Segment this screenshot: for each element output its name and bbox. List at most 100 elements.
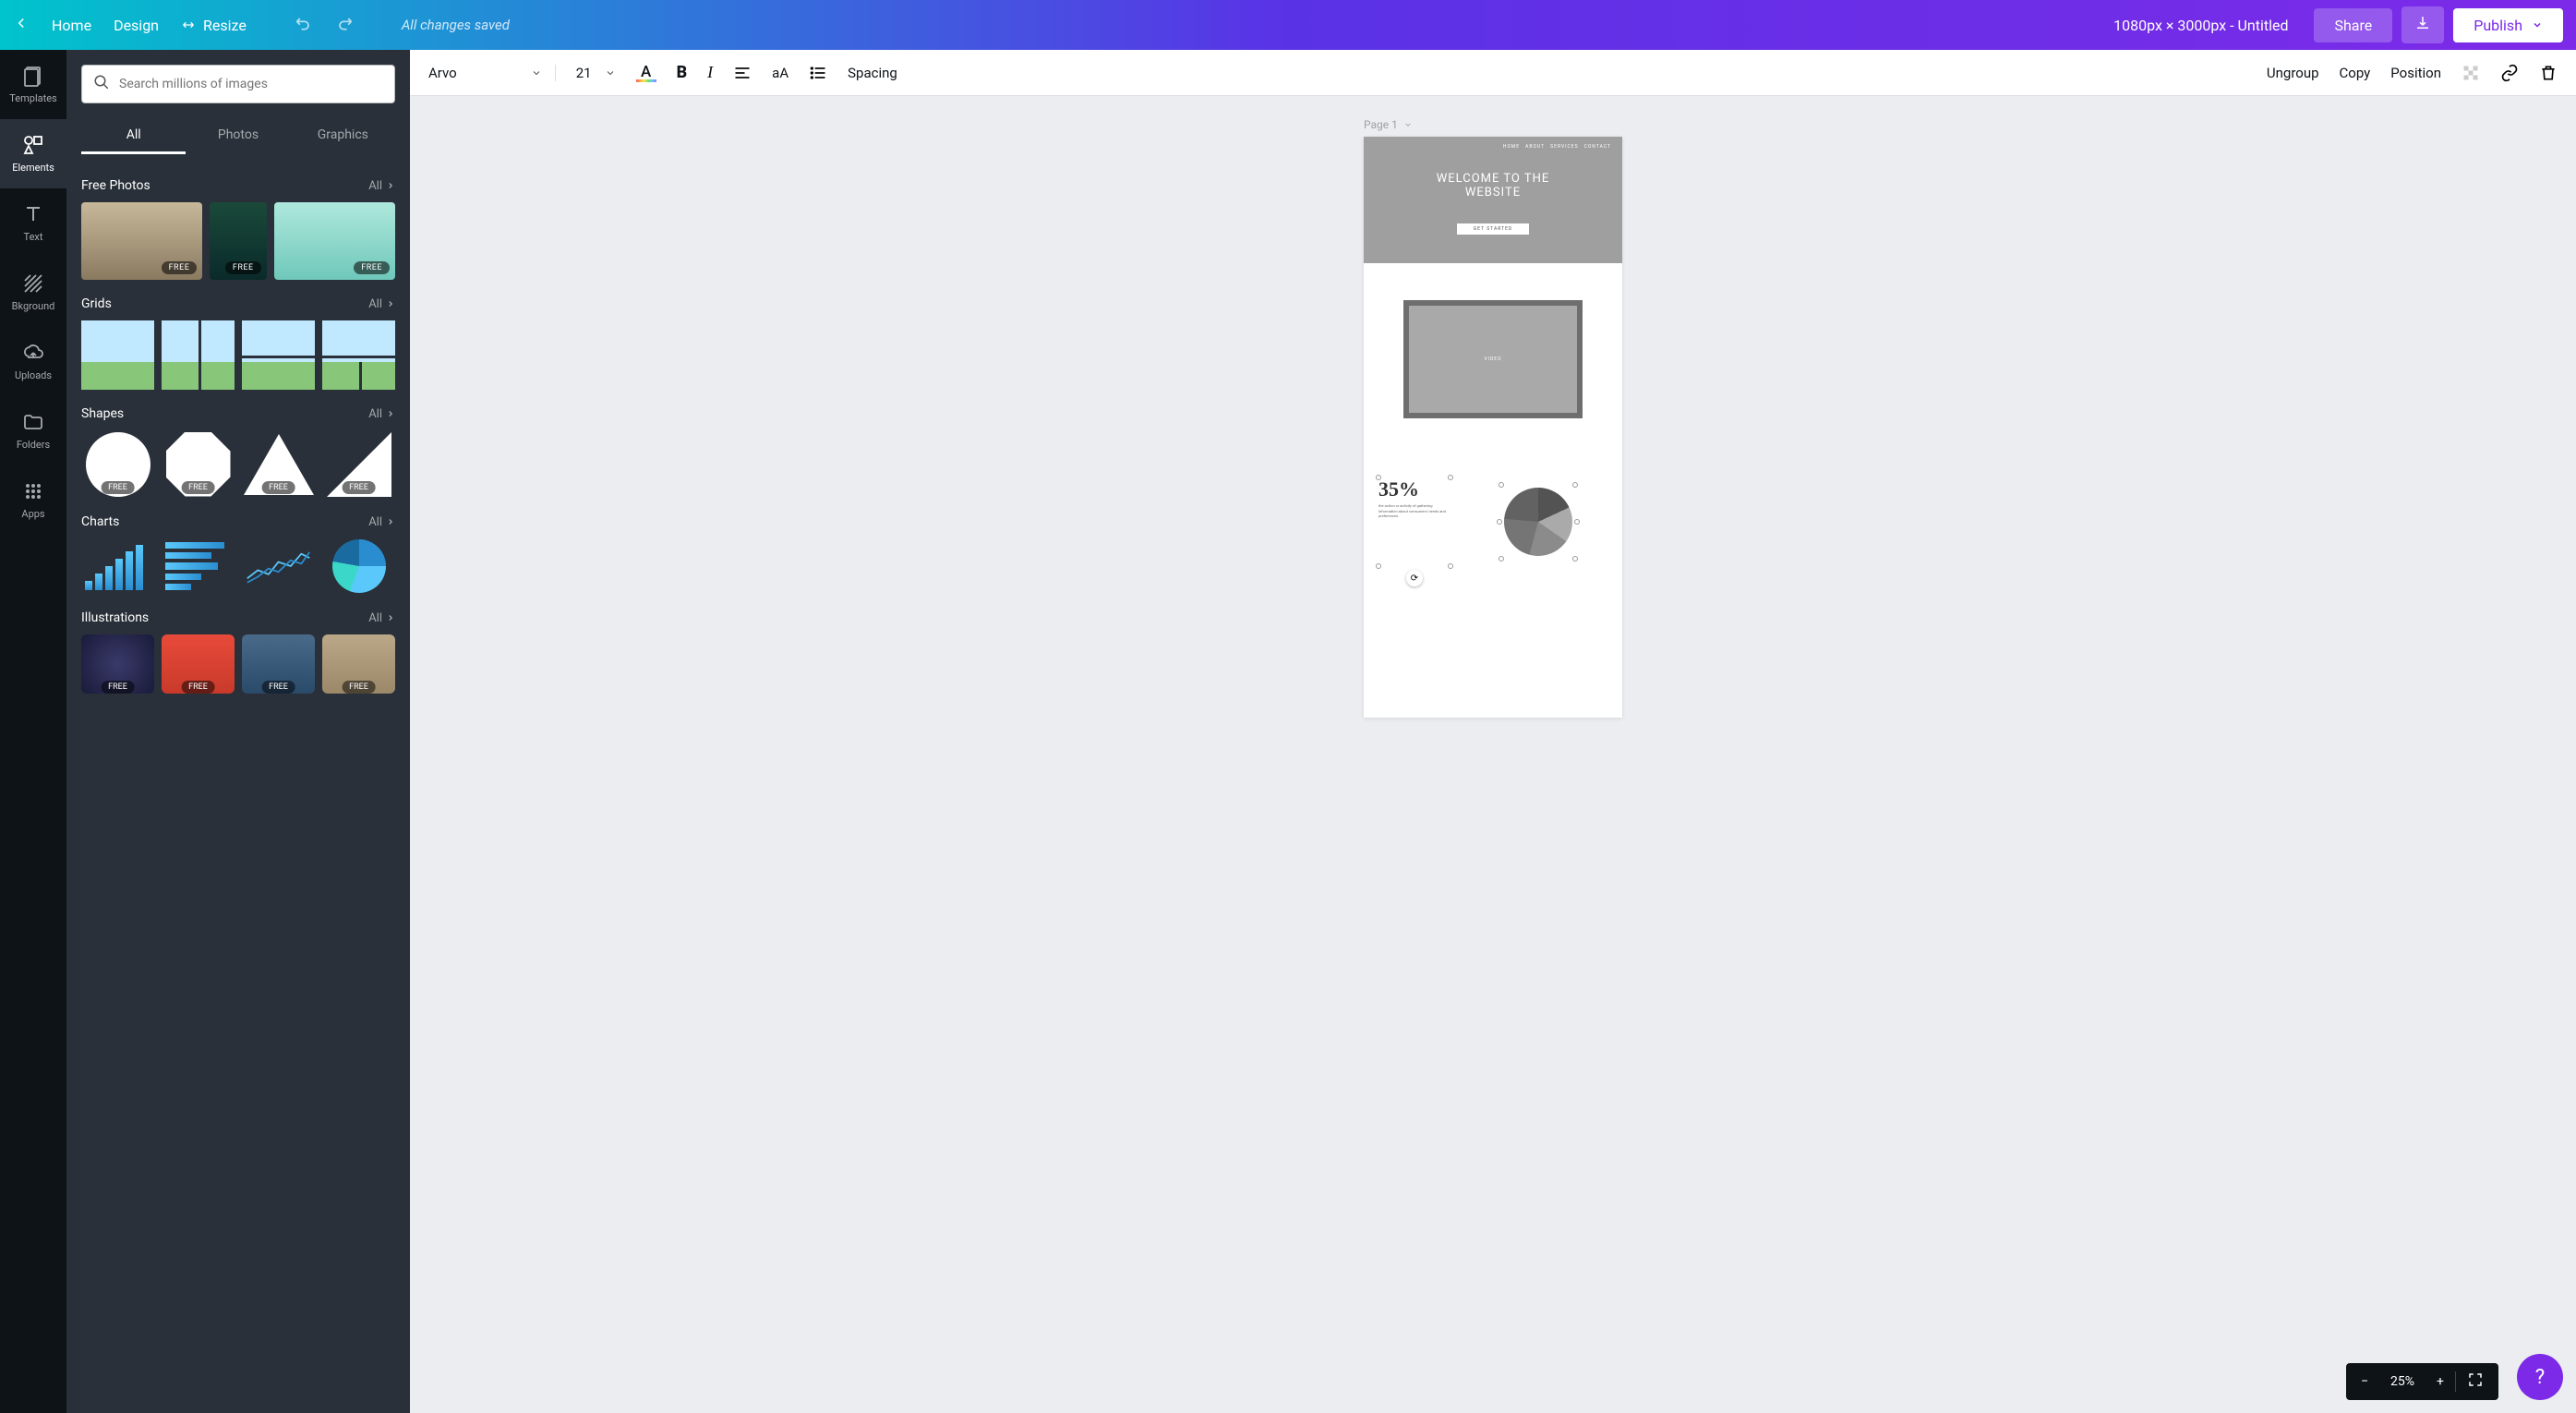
ungroup-button[interactable]: Ungroup (2267, 65, 2319, 81)
page-label[interactable]: Page 1 (1364, 118, 1622, 131)
video-section[interactable]: VIDEO (1364, 263, 1622, 455)
rail-text[interactable]: Text (0, 188, 66, 258)
grid-thumb-3[interactable] (242, 320, 315, 390)
filter-tab-photos[interactable]: Photos (186, 118, 290, 154)
free-photos-all[interactable]: All (368, 179, 395, 193)
zoom-out-button[interactable]: − (2350, 1374, 2379, 1389)
illustrations-all[interactable]: All (368, 611, 395, 625)
filter-tab-graphics[interactable]: Graphics (291, 118, 395, 154)
topbar: Home Design Resize All changes saved 108… (0, 0, 2576, 50)
grids-all[interactable]: All (368, 297, 395, 311)
link-button[interactable] (2500, 64, 2519, 82)
design-page[interactable]: HOME ABOUT SERVICES CONTACT WELCOME TO T… (1364, 137, 1622, 718)
shape-circle[interactable]: FREE (81, 430, 154, 498)
zoom-in-button[interactable]: + (2426, 1374, 2455, 1389)
share-button[interactable]: Share (2314, 8, 2392, 42)
section-free-photos: Free Photos (81, 178, 150, 193)
nav-home: HOME (1503, 144, 1520, 150)
search-icon (93, 74, 110, 94)
copy-button[interactable]: Copy (2340, 65, 2371, 81)
pie-chart-element[interactable] (1469, 477, 1607, 566)
text-color-button[interactable]: A (636, 63, 656, 82)
illus-thumb-1[interactable]: FREE (81, 634, 154, 694)
rail-uploads[interactable]: Uploads (0, 327, 66, 396)
publish-label: Publish (2474, 17, 2522, 34)
help-button[interactable]: ? (2517, 1354, 2563, 1400)
rail-bkground-label: Bkground (12, 300, 55, 312)
rail-elements[interactable]: Elements (0, 119, 66, 188)
photo-thumb-2[interactable]: FREE (210, 202, 266, 280)
nav-about: ABOUT (1525, 144, 1545, 150)
home-link[interactable]: Home (52, 17, 91, 34)
delete-button[interactable] (2539, 64, 2558, 82)
grid-thumb-2[interactable] (162, 320, 235, 390)
chart-bar-thumb[interactable] (81, 538, 154, 594)
list-button[interactable] (809, 64, 827, 82)
illus-thumb-2[interactable]: FREE (162, 634, 235, 694)
font-select[interactable]: Arvo (428, 65, 556, 81)
shape-right-triangle[interactable]: FREE (322, 430, 395, 498)
charts-all[interactable]: All (368, 515, 395, 529)
hero-cta: GET STARTED (1457, 223, 1529, 235)
rotate-handle[interactable]: ⟳ (1406, 570, 1423, 586)
rail-templates[interactable]: Templates (0, 50, 66, 119)
rail-text-label: Text (24, 231, 43, 243)
shapes-all[interactable]: All (368, 407, 395, 421)
chart-pie-thumb[interactable] (322, 538, 395, 594)
back-icon[interactable] (13, 15, 30, 35)
chart-line-thumb[interactable] (242, 538, 315, 594)
zoom-controls: − 25% + (2346, 1363, 2498, 1400)
canvas-area: Arvo 21 A B I aA Spacing Ungroup Copy Po… (410, 50, 2576, 1413)
font-size: 21 (576, 65, 592, 81)
position-button[interactable]: Position (2390, 65, 2441, 81)
shape-octagon[interactable]: FREE (162, 430, 235, 498)
nav-services: SERVICES (1550, 144, 1578, 150)
section-shapes: Shapes (81, 406, 124, 421)
section-charts: Charts (81, 514, 119, 529)
download-button[interactable] (2401, 6, 2444, 43)
section-grids: Grids (81, 296, 112, 311)
page-remainder[interactable] (1364, 588, 1622, 718)
design-link[interactable]: Design (114, 17, 159, 34)
redo-icon[interactable] (335, 14, 354, 36)
rail-uploads-label: Uploads (15, 369, 52, 381)
publish-button[interactable]: Publish (2453, 8, 2563, 42)
font-size-select[interactable]: 21 (576, 65, 616, 81)
resize-button[interactable]: Resize (181, 17, 247, 34)
rail-elements-label: Elements (12, 162, 54, 174)
align-button[interactable] (733, 64, 752, 82)
hero-section[interactable]: HOME ABOUT SERVICES CONTACT WELCOME TO T… (1364, 137, 1622, 263)
filter-tab-all[interactable]: All (81, 118, 186, 154)
canvas-viewport[interactable]: Page 1 HOME ABOUT SERVICES CONTACT WELCO… (410, 96, 2576, 1413)
stat-description: the action or activity of gathering info… (1378, 503, 1451, 519)
illus-thumb-3[interactable]: FREE (242, 634, 315, 694)
italic-button[interactable]: I (707, 63, 713, 82)
stat-text-block[interactable]: 35% the action or activity of gathering … (1378, 477, 1451, 566)
save-status: All changes saved (402, 17, 510, 33)
search-input[interactable] (119, 77, 383, 91)
chart-hbar-thumb[interactable] (162, 538, 235, 594)
undo-icon[interactable] (295, 14, 313, 36)
rail-folders-label: Folders (17, 439, 50, 451)
rail-templates-label: Templates (9, 92, 56, 104)
stats-section[interactable]: 35% the action or activity of gathering … (1364, 459, 1622, 585)
document-title[interactable]: 1080px × 3000px - Untitled (2113, 17, 2288, 34)
bold-button[interactable]: B (677, 63, 688, 82)
search-input-wrap[interactable] (81, 65, 395, 103)
rail-apps-label: Apps (21, 508, 44, 520)
grid-thumb-1[interactable] (81, 320, 154, 390)
spacing-button[interactable]: Spacing (848, 65, 897, 81)
rail-apps[interactable]: Apps (0, 465, 66, 535)
grid-thumb-4[interactable] (322, 320, 395, 390)
fullscreen-button[interactable] (2456, 1371, 2495, 1392)
rail-folders[interactable]: Folders (0, 396, 66, 465)
photo-thumb-1[interactable]: FREE (81, 202, 202, 280)
rail-bkground[interactable]: Bkground (0, 258, 66, 327)
shape-triangle[interactable]: FREE (242, 430, 315, 498)
photo-thumb-3[interactable]: FREE (274, 202, 395, 280)
illus-thumb-4[interactable]: FREE (322, 634, 395, 694)
uppercase-button[interactable]: aA (772, 65, 788, 81)
zoom-level[interactable]: 25% (2379, 1374, 2426, 1389)
transparency-button[interactable] (2462, 64, 2480, 82)
resize-label: Resize (203, 17, 247, 34)
